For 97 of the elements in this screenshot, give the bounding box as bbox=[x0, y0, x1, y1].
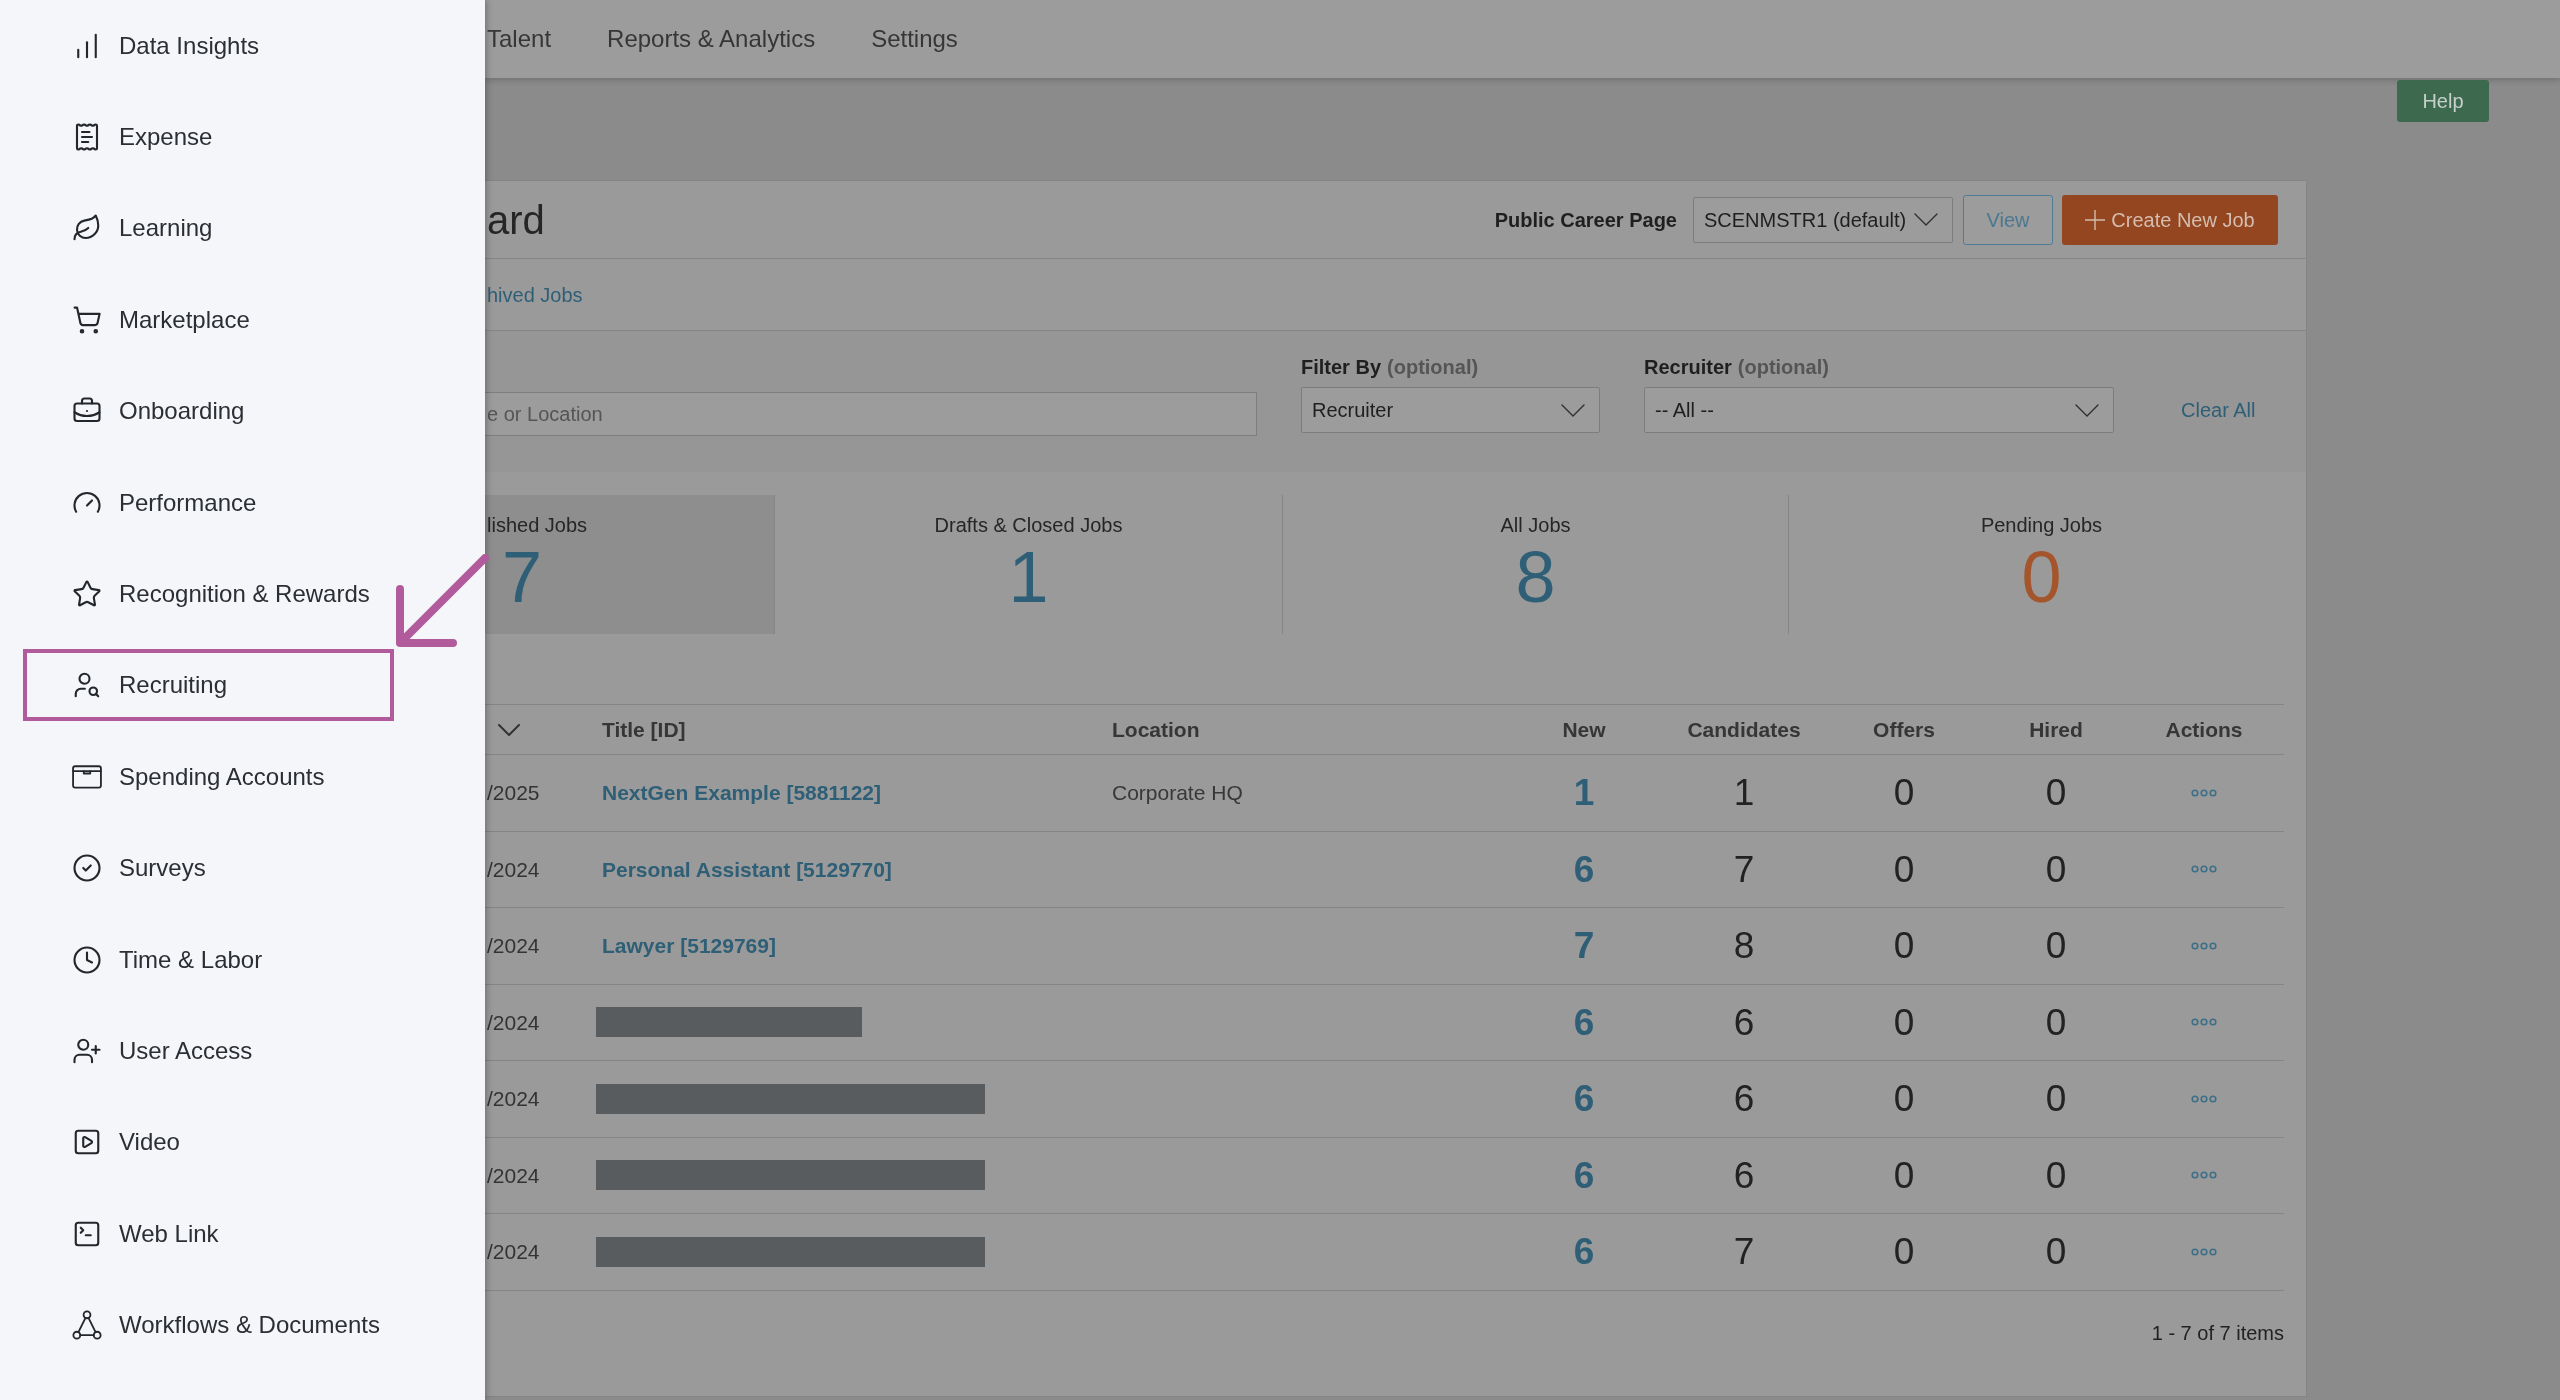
stat-count: 0 bbox=[2021, 541, 2062, 613]
sidebar-item[interactable]: Video bbox=[23, 1106, 394, 1179]
stat-tab[interactable]: Drafts & Closed Jobs 1 bbox=[774, 495, 1282, 634]
candidates-cell: 6 bbox=[1733, 1156, 1755, 1194]
hired-cell: 0 bbox=[2045, 927, 2067, 965]
hired-cell: 0 bbox=[2045, 774, 2067, 812]
column-header: Actions bbox=[2165, 716, 2243, 743]
column-header: New bbox=[1562, 716, 1606, 743]
sidebar-item[interactable]: Surveys bbox=[23, 832, 394, 905]
location-cell: Corporate HQ bbox=[1112, 781, 1243, 804]
stat-label: Pending Jobs bbox=[1980, 513, 2103, 537]
column-header: Location bbox=[1112, 717, 1200, 741]
more-icon bbox=[2191, 1094, 2217, 1103]
sidebar-item[interactable]: Learning bbox=[23, 192, 394, 265]
column-header: Offers bbox=[1873, 716, 1935, 743]
sidebar-item[interactable]: Spending Accounts bbox=[23, 740, 394, 813]
dropdown[interactable]: SCENMSTR1 (default) bbox=[1693, 196, 1953, 243]
stat-label: Drafts & Closed Jobs bbox=[934, 513, 1123, 537]
help-button[interactable]: Help bbox=[2397, 80, 2489, 122]
stat-count: 1 bbox=[1008, 541, 1049, 613]
sidebar-item[interactable]: Onboarding bbox=[23, 375, 394, 448]
dropdown[interactable]: -- All -- bbox=[1644, 387, 2114, 433]
hired-cell: 0 bbox=[2045, 1003, 2067, 1041]
search-field[interactable]: e or Location bbox=[485, 392, 1257, 436]
nav-tab[interactable]: Reports & Analytics bbox=[607, 21, 816, 57]
date-cell: /2025 bbox=[487, 781, 540, 804]
more-icon bbox=[2191, 1247, 2217, 1256]
more-icon bbox=[2191, 1171, 2217, 1180]
offers-cell: 0 bbox=[1893, 927, 1915, 965]
offers-cell: 0 bbox=[1893, 1233, 1915, 1271]
stat-label: All Jobs bbox=[1500, 513, 1571, 537]
date-cell: /2024 bbox=[487, 857, 540, 881]
cart-icon bbox=[72, 304, 102, 335]
offers-cell: 0 bbox=[1893, 774, 1915, 812]
sidebar-item[interactable]: Marketplace bbox=[23, 283, 394, 356]
sidebar-item[interactable]: Data Insights bbox=[23, 9, 394, 82]
offers-cell: 0 bbox=[1893, 850, 1915, 888]
hired-cell: 0 bbox=[2045, 850, 2067, 888]
filter-label: Filter By bbox=[1301, 355, 1382, 380]
more-icon bbox=[2191, 788, 2217, 797]
page-title: ard bbox=[486, 199, 545, 240]
nav-tab[interactable]: Talent bbox=[487, 21, 552, 57]
candidates-cell: 7 bbox=[1733, 850, 1755, 888]
sidebar-item[interactable]: Workflows & Documents bbox=[23, 1289, 394, 1362]
dropdown[interactable]: Recruiter bbox=[1301, 387, 1600, 433]
nav-tab[interactable]: Settings bbox=[871, 21, 958, 57]
date-cell: /2024 bbox=[487, 1240, 540, 1263]
sidebar-item[interactable]: Expense bbox=[23, 101, 394, 174]
sidebar-item[interactable]: User Access bbox=[23, 1015, 394, 1087]
sidebar-item[interactable]: Recognition & Rewards bbox=[23, 558, 394, 631]
date-cell: /2024 bbox=[487, 1087, 540, 1110]
more-icon bbox=[2191, 865, 2217, 874]
candidates-cell: 7 bbox=[1733, 1233, 1755, 1271]
offers-cell: 0 bbox=[1893, 1156, 1915, 1194]
date-cell: /2024 bbox=[487, 1010, 540, 1034]
stat-tab[interactable]: Pending Jobs 0 bbox=[1788, 495, 2294, 634]
offers-cell: 0 bbox=[1893, 1080, 1915, 1118]
hired-cell: 0 bbox=[2045, 1080, 2067, 1118]
chevron-down-icon bbox=[1561, 403, 1585, 417]
chevron-down-icon bbox=[2075, 403, 2099, 417]
date-cell: /2024 bbox=[487, 934, 540, 957]
sidebar-item[interactable]: Time & Labor bbox=[23, 923, 394, 996]
hired-cell: 0 bbox=[2045, 1233, 2067, 1271]
more-icon bbox=[2191, 941, 2217, 950]
sidebar-item[interactable]: Performance bbox=[23, 466, 394, 539]
stat-tab[interactable]: All Jobs 8 bbox=[1282, 495, 1788, 634]
column-header: Title [ID] bbox=[602, 717, 686, 741]
chevron-down-icon bbox=[1914, 213, 1938, 226]
column-header: Candidates bbox=[1687, 716, 1801, 743]
candidates-cell: 6 bbox=[1733, 1080, 1755, 1118]
candidates-cell: 6 bbox=[1733, 1003, 1755, 1041]
candidates-cell: 1 bbox=[1733, 774, 1755, 812]
nodes-icon bbox=[72, 1310, 102, 1341]
stat-tab[interactable]: lished Jobs 7 bbox=[485, 495, 774, 634]
filter-label: Recruiter bbox=[1644, 355, 1732, 380]
optional-hint: (optional) bbox=[1737, 355, 1829, 380]
user-plus-icon bbox=[72, 1036, 102, 1066]
plus-icon bbox=[2085, 209, 2106, 230]
stat-count: 8 bbox=[1515, 541, 1556, 613]
hired-cell: 0 bbox=[2045, 1156, 2067, 1194]
create-job-button[interactable]: Create New Job bbox=[2062, 194, 2278, 245]
career-page-label: Public Career Page bbox=[1494, 207, 1677, 233]
pagination-text: 1 - 7 of 7 items bbox=[2151, 1320, 2284, 1346]
date-cell: /2024 bbox=[487, 1163, 540, 1187]
tray-icon bbox=[72, 764, 102, 789]
more-icon bbox=[2191, 1018, 2217, 1027]
candidates-cell: 8 bbox=[1733, 927, 1755, 965]
check-circle-icon bbox=[72, 853, 102, 884]
clock-icon bbox=[72, 944, 102, 975]
sort-chevron-icon[interactable] bbox=[498, 723, 520, 736]
offers-cell: 0 bbox=[1893, 1003, 1915, 1041]
sidebar-item[interactable]: Recruiting bbox=[23, 649, 394, 722]
stat-label: lished Jobs bbox=[487, 513, 588, 537]
column-header: Hired bbox=[2029, 716, 2083, 743]
sidebar-item[interactable]: Web Link bbox=[23, 1197, 394, 1270]
stat-count: 7 bbox=[502, 541, 543, 613]
optional-hint: (optional) bbox=[1387, 355, 1479, 380]
